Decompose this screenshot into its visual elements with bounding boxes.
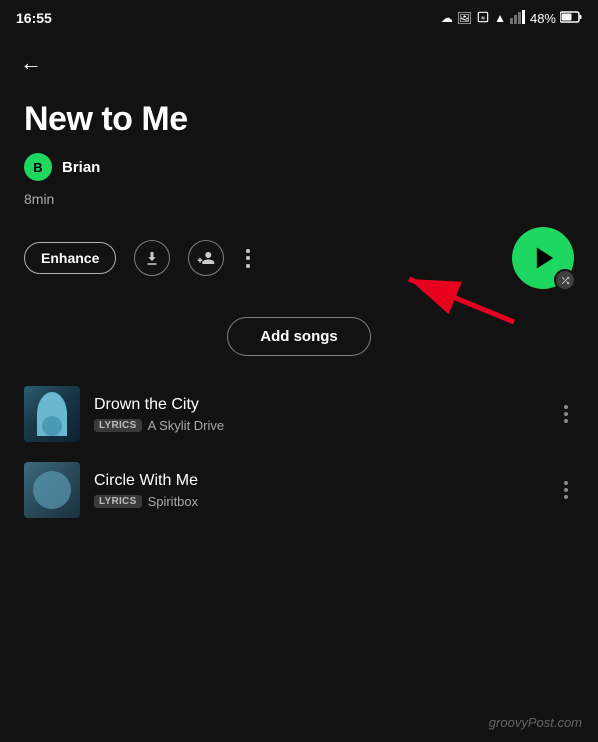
- wifi-icon: ▲: [494, 11, 506, 25]
- song-info-2: Circle With Me LYRICS Spiritbox: [94, 472, 544, 509]
- cloud-icon: ☁: [441, 11, 453, 25]
- playlist-content: New to Me B Brian 8min Enhance: [0, 90, 598, 356]
- song-thumbnail-1: [24, 386, 80, 442]
- dot-3: [246, 264, 250, 268]
- song-artist-2: Spiritbox: [148, 494, 199, 509]
- more-options-button[interactable]: [242, 245, 254, 272]
- back-arrow-icon: ←: [20, 50, 42, 75]
- user-row: B Brian: [24, 153, 574, 181]
- battery-percentage: 48%: [530, 11, 556, 26]
- song-info-1: Drown the City LYRICS A Skylit Drive: [94, 396, 544, 433]
- signal-icon: [510, 10, 526, 27]
- shuffle-icon: [560, 275, 571, 286]
- dot-2: [246, 256, 250, 260]
- song-item: Drown the City LYRICS A Skylit Drive: [24, 376, 574, 452]
- song-title-2: Circle With Me: [94, 472, 544, 490]
- song-title-1: Drown the City: [94, 396, 544, 414]
- song-item-2: Circle With Me LYRICS Spiritbox: [24, 452, 574, 528]
- nfc-icon: N: [476, 10, 490, 27]
- status-time: 16:55: [16, 10, 52, 26]
- status-bar: 16:55 ☁ 🖼 N ▲ 48%: [0, 0, 598, 36]
- shuffle-badge: [554, 269, 576, 291]
- playlist-duration: 8min: [24, 191, 574, 207]
- add-user-icon: [197, 249, 215, 267]
- watermark: groovyPost.com: [489, 715, 582, 730]
- add-user-button[interactable]: [188, 240, 224, 276]
- add-songs-button[interactable]: Add songs: [227, 317, 371, 356]
- user-name: Brian: [62, 159, 100, 176]
- song-artist-1: A Skylit Drive: [148, 418, 225, 433]
- user-avatar: B: [24, 153, 52, 181]
- song-thumbnail-2: [24, 462, 80, 518]
- download-button[interactable]: [134, 240, 170, 276]
- lyrics-badge-2: LYRICS: [94, 495, 142, 508]
- svg-text:N: N: [481, 15, 485, 20]
- song-list: Drown the City LYRICS A Skylit Drive Cir…: [0, 376, 598, 528]
- playlist-title: New to Me: [24, 100, 574, 139]
- play-button-wrap: [512, 227, 574, 289]
- song-meta-2: LYRICS Spiritbox: [94, 494, 544, 509]
- song-more-button-1[interactable]: [558, 401, 574, 427]
- enhance-button[interactable]: Enhance: [24, 242, 116, 274]
- download-icon: [143, 249, 161, 267]
- back-button[interactable]: ←: [0, 36, 598, 90]
- song-meta-1: LYRICS A Skylit Drive: [94, 418, 544, 433]
- battery-icon: [560, 11, 582, 26]
- controls-row: Enhance: [24, 227, 574, 289]
- dot-1: [246, 249, 250, 253]
- play-icon: [531, 244, 559, 272]
- song-more-button-2[interactable]: [558, 477, 574, 503]
- status-icons: ☁ 🖼 N ▲ 48%: [441, 10, 582, 27]
- lyrics-badge-1: LYRICS: [94, 419, 142, 432]
- image-icon: 🖼: [457, 11, 472, 25]
